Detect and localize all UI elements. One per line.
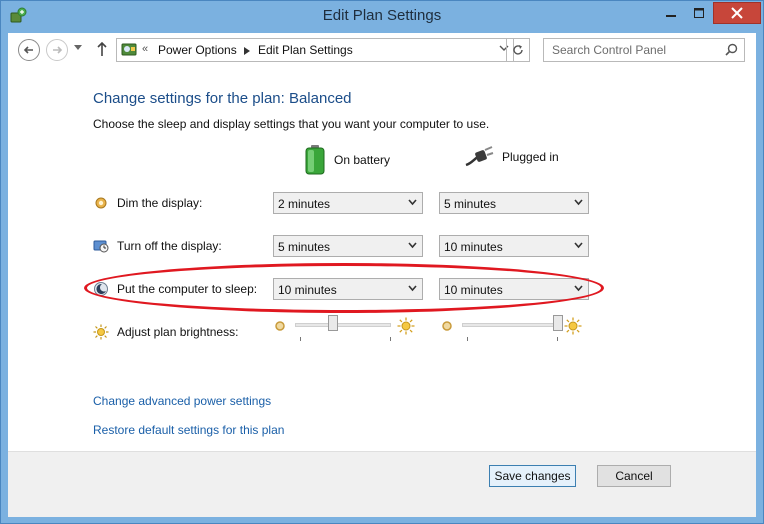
maximize-button[interactable] xyxy=(685,2,713,24)
brightness-sun-icon xyxy=(93,324,109,340)
window: Edit Plan Settings « Power Options Edit … xyxy=(0,0,764,524)
sleep-battery-select[interactable]: 10 minutes xyxy=(273,278,423,300)
chevron-down-icon xyxy=(408,285,417,292)
slider-tick xyxy=(390,337,391,341)
dim-sun-icon xyxy=(442,321,452,331)
dim-display-icon xyxy=(95,197,107,209)
save-changes-button[interactable]: Save changes xyxy=(489,465,576,487)
turn-off-display-plugged-select[interactable]: 10 minutes xyxy=(439,235,589,257)
breadcrumb-edit-plan-settings[interactable]: Edit Plan Settings xyxy=(258,43,353,57)
power-plug-icon xyxy=(465,146,494,167)
sleep-icon xyxy=(94,282,108,296)
setting-label: Dim the display: xyxy=(117,196,203,210)
page-description: Choose the sleep and display settings th… xyxy=(93,117,490,131)
setting-label: Adjust plan brightness: xyxy=(117,325,239,339)
battery-icon xyxy=(305,145,325,175)
close-button[interactable] xyxy=(713,2,761,24)
slider-tick xyxy=(467,337,468,341)
search-input[interactable]: Search Control Panel xyxy=(543,38,745,62)
breadcrumb-separator-icon[interactable] xyxy=(244,47,250,55)
chevron-down-icon xyxy=(574,199,583,206)
minimize-icon xyxy=(666,15,676,17)
arrow-right-icon xyxy=(53,46,63,54)
select-value: 10 minutes xyxy=(278,283,337,297)
select-value: 2 minutes xyxy=(278,197,331,211)
recent-locations-chevron-icon[interactable] xyxy=(74,45,82,51)
slider-tick xyxy=(300,337,301,341)
maximize-icon xyxy=(694,8,704,18)
arrow-left-icon xyxy=(23,46,33,54)
refresh-icon xyxy=(513,45,523,55)
minimize-button[interactable] xyxy=(657,2,685,24)
slider-track[interactable] xyxy=(295,323,391,327)
search-placeholder: Search Control Panel xyxy=(552,43,667,57)
title-bar[interactable]: Edit Plan Settings xyxy=(1,1,763,33)
breadcrumb-overflow-icon[interactable]: « xyxy=(142,43,148,55)
forward-button[interactable] xyxy=(46,39,68,61)
select-value: 5 minutes xyxy=(278,240,331,254)
chevron-down-icon xyxy=(574,242,583,249)
change-advanced-power-settings-link[interactable]: Change advanced power settings xyxy=(93,394,271,408)
dim-display-plugged-select[interactable]: 5 minutes xyxy=(439,192,589,214)
client-area: « Power Options Edit Plan Settings Searc… xyxy=(8,33,756,517)
slider-thumb[interactable] xyxy=(328,315,339,331)
column-header-plugged: Plugged in xyxy=(464,145,559,169)
back-button[interactable] xyxy=(18,39,40,61)
chevron-down-icon xyxy=(408,242,417,249)
footer-bar: Save changes Cancel xyxy=(8,451,756,517)
up-arrow-icon[interactable] xyxy=(96,41,108,57)
address-bar[interactable]: « Power Options Edit Plan Settings xyxy=(116,38,514,62)
bright-sun-icon xyxy=(564,317,582,335)
close-icon xyxy=(731,7,743,19)
page-title: Change settings for the plan: Balanced xyxy=(93,90,352,107)
restore-default-settings-link[interactable]: Restore default settings for this plan xyxy=(93,423,284,437)
chevron-down-icon xyxy=(408,199,417,206)
slider-track[interactable] xyxy=(462,323,558,327)
bright-sun-icon xyxy=(397,317,415,335)
brightness-battery-slider[interactable] xyxy=(273,315,415,343)
control-panel-icon xyxy=(121,43,137,56)
cancel-button[interactable]: Cancel xyxy=(597,465,671,487)
refresh-button[interactable] xyxy=(506,38,530,62)
select-value: 10 minutes xyxy=(444,240,503,254)
sleep-plugged-select[interactable]: 10 minutes xyxy=(439,278,589,300)
setting-label: Put the computer to sleep: xyxy=(117,282,258,296)
display-off-icon xyxy=(93,240,109,253)
chevron-down-icon xyxy=(574,285,583,292)
turn-off-display-battery-select[interactable]: 5 minutes xyxy=(273,235,423,257)
on-battery-label: On battery xyxy=(334,153,391,167)
select-value: 5 minutes xyxy=(444,197,497,211)
plugged-in-label: Plugged in xyxy=(502,150,559,164)
select-value: 10 minutes xyxy=(444,283,503,297)
column-header-battery: On battery xyxy=(304,145,390,175)
breadcrumb-power-options[interactable]: Power Options xyxy=(158,43,237,57)
navigation-bar: « Power Options Edit Plan Settings Searc… xyxy=(8,33,756,69)
window-title: Edit Plan Settings xyxy=(322,7,442,24)
slider-thumb[interactable] xyxy=(553,315,563,331)
setting-label: Turn off the display: xyxy=(117,239,222,253)
dim-display-battery-select[interactable]: 2 minutes xyxy=(273,192,423,214)
slider-tick xyxy=(557,337,558,341)
search-icon[interactable] xyxy=(725,43,738,56)
brightness-plugged-slider[interactable] xyxy=(440,315,582,343)
dim-sun-icon xyxy=(275,321,285,331)
